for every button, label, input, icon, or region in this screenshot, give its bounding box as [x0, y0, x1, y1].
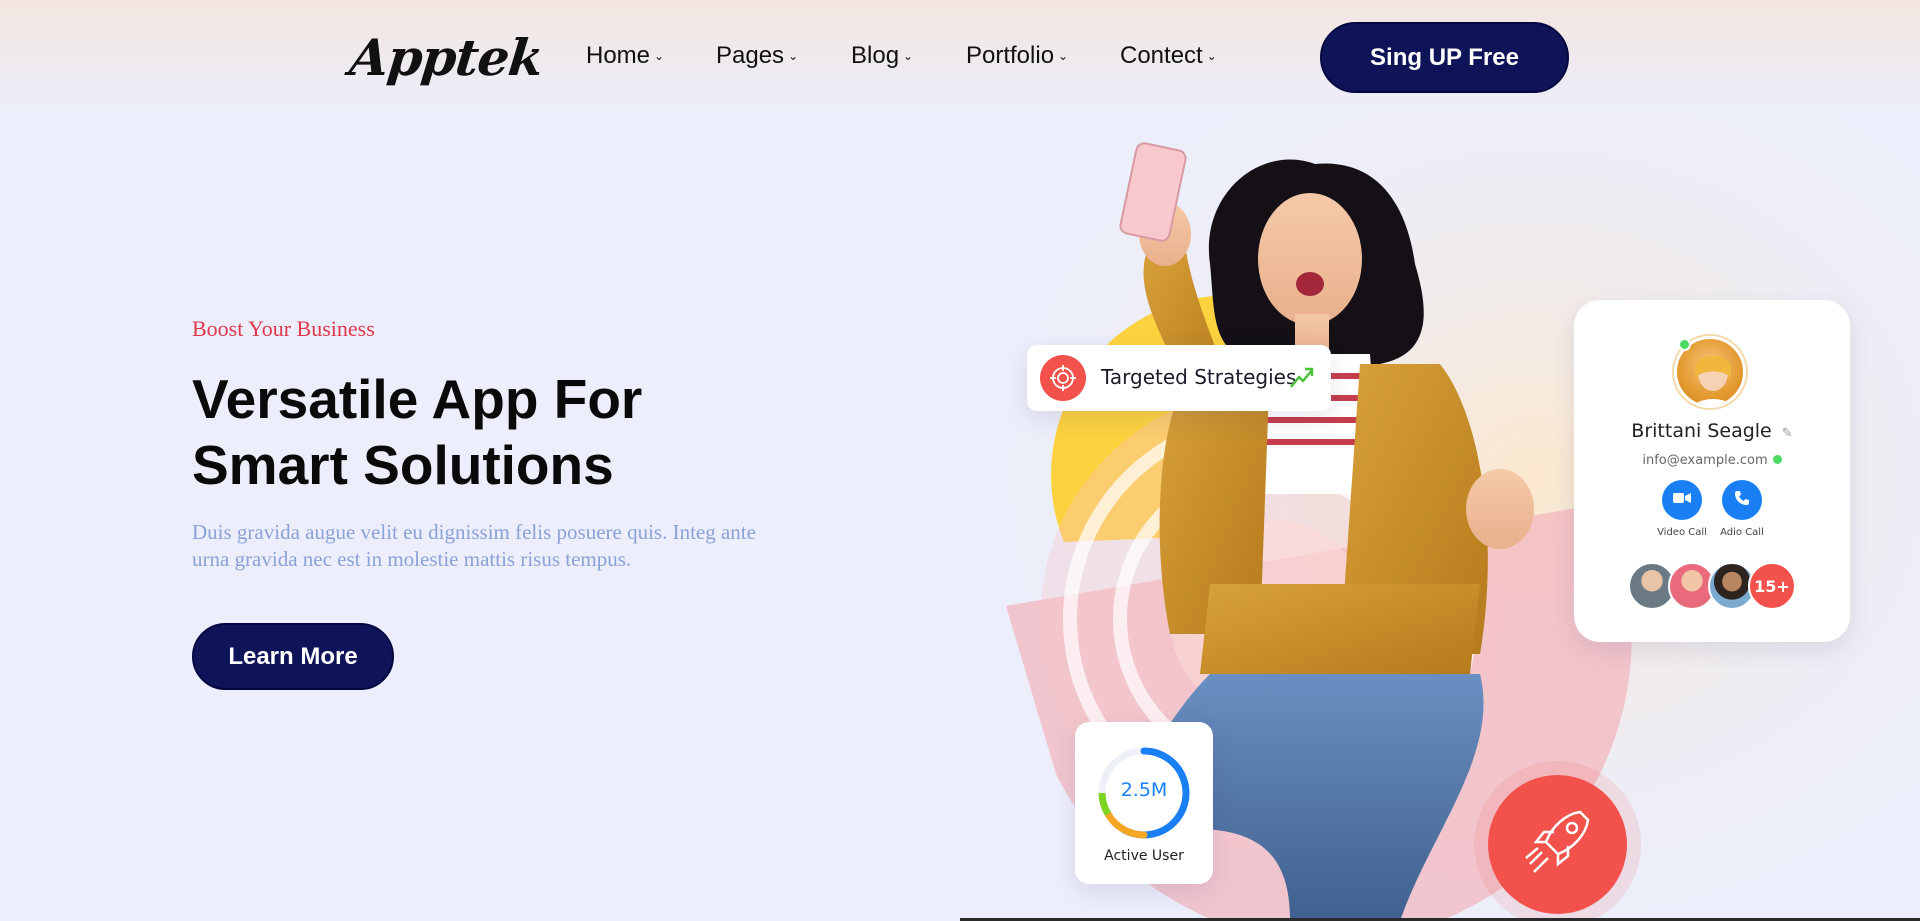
- nav-item-label: Portfolio: [966, 42, 1055, 69]
- learn-more-button[interactable]: Learn More: [192, 623, 394, 690]
- stat-value: 2.5M: [1120, 779, 1168, 801]
- profile-email: info@example.com: [1574, 453, 1850, 468]
- site-header: Apptek Home ⌄ Pages ⌄ Blog ⌄ Portfolio ⌄ Con…: [0, 0, 1920, 114]
- rocket-badge: [1488, 775, 1627, 914]
- trend-up-icon: [1289, 365, 1315, 396]
- active-user-card: 2.5M Active User: [1075, 722, 1213, 884]
- nav-item-label: Pages: [716, 42, 785, 69]
- brand-logo[interactable]: Apptek: [347, 28, 545, 87]
- progress-ring-accent: [1104, 810, 1148, 839]
- chevron-down-icon: ⌄: [788, 49, 799, 63]
- nav-item-label: Contect: [1120, 42, 1203, 69]
- phone-icon: [1734, 490, 1750, 511]
- chevron-down-icon: ⌄: [903, 49, 914, 63]
- nav-item-contect[interactable]: Contect ⌄: [1120, 42, 1217, 70]
- nav-item-label: Home: [586, 42, 651, 69]
- nav-item-home[interactable]: Home ⌄: [586, 42, 664, 70]
- audio-call-button[interactable]: [1722, 480, 1762, 520]
- stat-label: Active User: [1104, 848, 1184, 864]
- hero-headline: Versatile App For Smart Solutions: [192, 366, 792, 498]
- hero-eyebrow: Boost Your Business: [192, 316, 375, 341]
- nav-item-label: Blog: [851, 42, 900, 69]
- strategy-label: Targeted Strategies: [1101, 365, 1297, 389]
- signup-button[interactable]: Sing UP Free: [1320, 22, 1569, 93]
- edit-icon[interactable]: ✎: [1782, 426, 1793, 441]
- nav-item-portfolio[interactable]: Portfolio ⌄: [966, 42, 1068, 70]
- targeted-strategies-card: Targeted Strategies: [1027, 345, 1331, 411]
- profile-email-text: info@example.com: [1642, 453, 1768, 468]
- headline-line: Versatile App For: [192, 368, 643, 430]
- chevron-down-icon: ⌄: [1058, 49, 1069, 63]
- audio-call-label: Adio Call: [1720, 527, 1764, 538]
- nav-item-pages[interactable]: Pages ⌄: [716, 42, 798, 70]
- rocket-icon: [1518, 802, 1598, 887]
- profile-name-text: Brittani Seagle: [1631, 420, 1772, 442]
- hero-description: Duis gravida augue velit eu dignissim fe…: [192, 520, 756, 571]
- chevron-down-icon: ⌄: [654, 49, 665, 63]
- profile-card: Brittani Seagle ✎ info@example.com Video…: [1574, 300, 1850, 642]
- online-status-icon: [1678, 338, 1691, 351]
- headline-line: Smart Solutions: [192, 434, 614, 496]
- chevron-down-icon: ⌄: [1206, 49, 1217, 63]
- video-call-button[interactable]: [1662, 480, 1702, 520]
- more-users-badge: 15+: [1748, 562, 1796, 610]
- online-status-icon: [1772, 455, 1782, 464]
- target-icon: [1040, 355, 1086, 401]
- video-camera-icon: [1673, 491, 1691, 510]
- nav-item-blog[interactable]: Blog ⌄: [851, 42, 913, 70]
- profile-name: Brittani Seagle ✎: [1574, 420, 1850, 442]
